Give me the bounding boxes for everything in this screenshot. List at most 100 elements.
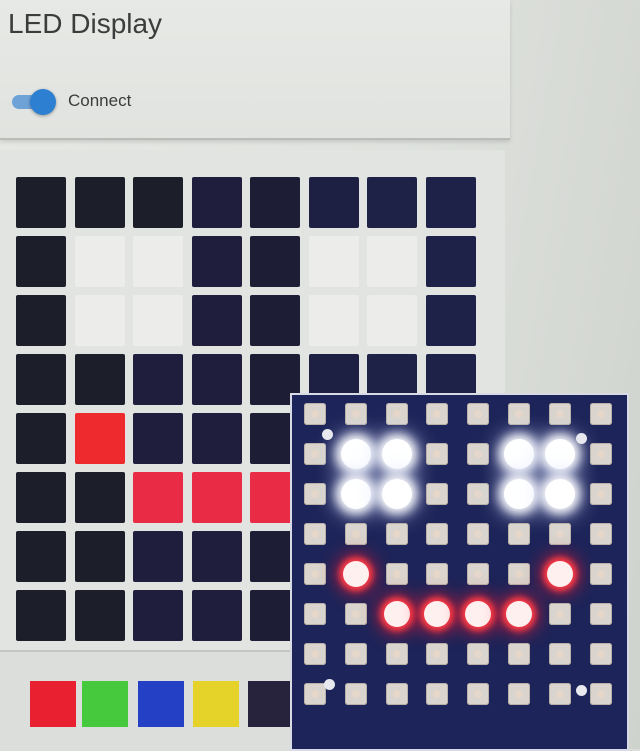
grid-cell[interactable] [191,590,242,641]
led-pixel [426,523,449,545]
led-pixel [344,523,367,545]
led-pixel [548,523,571,545]
grid-cell[interactable] [308,177,359,228]
grid-cell[interactable] [74,472,125,523]
grid-cell[interactable] [74,531,125,582]
grid-cell[interactable] [16,590,66,641]
led-pixel [304,483,326,505]
led-pixel [344,683,367,705]
led-pixel [589,523,612,545]
grid-cell[interactable] [191,236,242,287]
color-swatch-off[interactable] [248,681,294,727]
mounting-hole [324,679,335,690]
grid-cell[interactable] [133,590,183,641]
grid-cell[interactable] [16,177,66,228]
led-pixel [508,683,530,705]
led-pixel [304,683,326,705]
led-pixel [508,643,530,665]
led-pixel [589,403,612,425]
led-pixel [548,403,571,425]
led-pixel [342,561,369,587]
color-swatch-green[interactable] [82,681,128,727]
connect-label: Connect [68,91,132,110]
grid-cell[interactable] [250,177,300,228]
mounting-hole [576,433,587,444]
grid-cell[interactable] [16,531,66,582]
color-swatch-red[interactable] [30,681,76,727]
page-title: LED Display [8,8,163,39]
grid-cell[interactable] [74,177,125,228]
led-pixel [383,601,410,627]
led-pixel [467,523,490,545]
grid-cell[interactable] [133,354,183,405]
led-pixel [589,643,612,665]
grid-cell[interactable] [308,236,359,287]
led-pixel [344,643,367,665]
led-pixel [544,439,575,469]
grid-cell[interactable] [191,295,242,346]
led-pixel [504,479,534,509]
grid-cell[interactable] [74,590,125,641]
grid-cell[interactable] [250,236,300,287]
grid-cell[interactable] [425,177,476,228]
grid-cell[interactable] [191,472,242,523]
led-pixel [589,443,612,465]
grid-cell[interactable] [191,413,242,464]
grid-cell[interactable] [367,295,417,346]
grid-cell[interactable] [133,531,183,582]
led-pixel [467,483,490,505]
grid-cell[interactable] [16,236,66,287]
led-pixel [381,479,412,509]
grid-cell[interactable] [191,354,242,405]
grid-cell[interactable] [16,354,66,405]
led-pixel [548,683,571,705]
led-pixel [508,403,530,425]
grid-cell[interactable] [133,413,183,464]
mounting-hole [576,685,587,696]
grid-cell[interactable] [367,177,417,228]
grid-cell[interactable] [367,236,417,287]
grid-cell[interactable] [308,295,359,346]
led-pixel [424,601,451,627]
led-pixel [340,479,371,509]
led-pixel [344,603,367,625]
color-swatch-blue[interactable] [138,681,184,727]
led-pixel [465,601,492,627]
led-pixel [426,643,449,665]
grid-cell[interactable] [74,413,125,464]
grid-cell[interactable] [16,295,66,346]
grid-cell[interactable] [133,295,183,346]
led-pixel [589,563,612,585]
grid-cell[interactable] [425,295,476,346]
led-pixel [304,563,326,585]
grid-cell[interactable] [74,236,125,287]
led-pixel [508,563,530,585]
led-pixel [589,483,612,505]
led-pixel [426,483,449,505]
grid-cell[interactable] [133,177,183,228]
grid-cell[interactable] [74,354,125,405]
grid-cell[interactable] [191,177,242,228]
color-swatch-yellow[interactable] [193,681,239,727]
led-pixel [385,403,408,425]
connect-toggle[interactable] [10,86,56,116]
led-pixel [467,443,490,465]
led-pixel [589,603,612,625]
grid-cell[interactable] [250,295,300,346]
led-pixel [304,603,326,625]
grid-cell[interactable] [133,236,183,287]
led-pixel [381,439,412,469]
grid-cell[interactable] [74,295,125,346]
grid-cell[interactable] [425,236,476,287]
led-pixel [544,479,575,509]
led-pixel [385,563,408,585]
grid-cell[interactable] [16,413,66,464]
led-pixel [508,523,530,545]
led-pixel [504,439,534,469]
grid-cell[interactable] [16,472,66,523]
grid-cell[interactable] [133,472,183,523]
led-pixel [385,683,408,705]
app-screen: LED Display Connect [0,0,640,751]
led-pixel [385,643,408,665]
grid-cell[interactable] [191,531,242,582]
